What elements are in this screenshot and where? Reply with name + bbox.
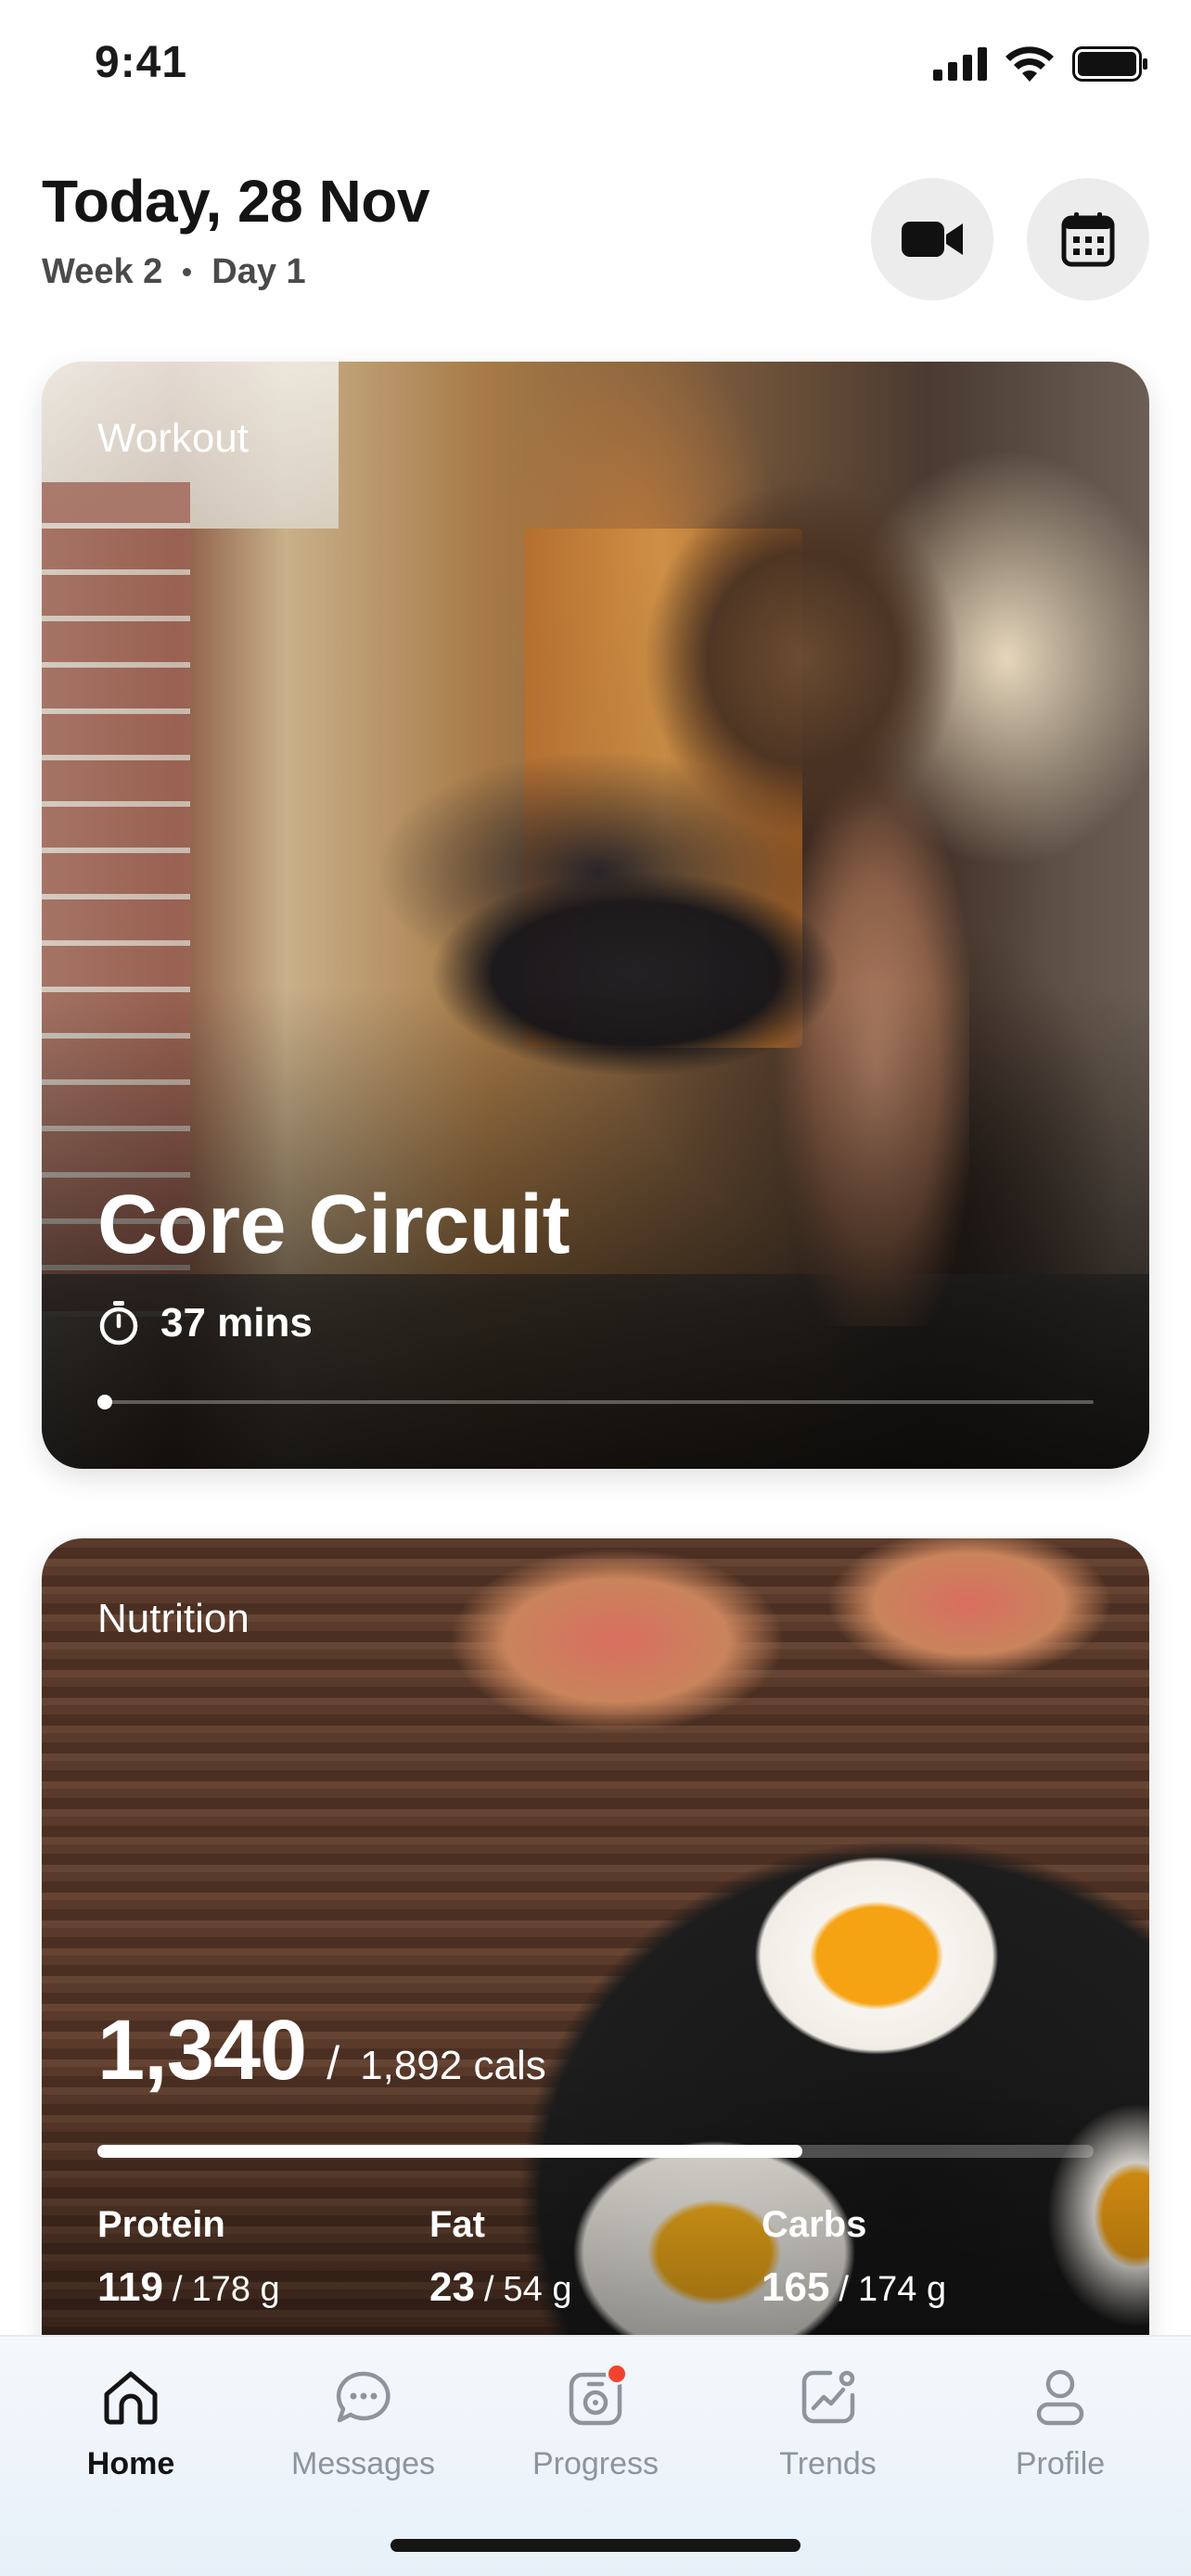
macros-row: Protein 119 / 178 g Fat 23 / 54 g Carbs … [97,2204,1094,2311]
nutrition-label: Nutrition [97,1596,250,1641]
week-label: Week 2 [42,252,163,291]
macro-values: 165 / 174 g [762,2264,1094,2311]
tab-profile[interactable]: Profile [954,2365,1167,2482]
macro-goal: 174 g [857,2270,947,2309]
calories-progress-fill [97,2145,803,2158]
status-time: 9:41 [95,38,188,87]
stopwatch-icon [99,1301,138,1345]
macro-slash: / [839,2270,849,2309]
macro-slash: / [483,2270,494,2309]
workout-progress-knob [97,1395,112,1409]
status-icons [933,46,1148,82]
day-label: Day 1 [211,252,306,291]
macro-fat: Fat 23 / 54 g [429,2204,762,2311]
video-camera-icon [902,222,963,257]
battery-icon [1072,46,1147,82]
calories-separator: / [327,2037,340,2089]
wifi-icon [1005,46,1054,82]
macro-protein: Protein 119 / 178 g [97,2204,429,2311]
macro-name: Fat [429,2204,485,2245]
calories-summary: 1,340 / 1,892 cals [97,2002,546,2099]
calories-consumed: 1,340 [97,2003,307,2098]
home-indicator [391,2539,800,2552]
header-actions [871,178,1149,300]
macro-current: 165 [762,2264,830,2310]
calories-goal: 1,892 cals [360,2043,546,2088]
workout-duration-text: 37 mins [160,1300,313,1345]
cellular-signal-icon [933,47,987,81]
header: Today, 28 Nov Week 2 Day 1 [42,167,1149,315]
home-icon [98,2365,163,2429]
calories-progress-bar [97,2145,1094,2158]
workout-label: Workout [97,415,250,461]
tab-home[interactable]: Home [24,2365,237,2482]
notification-badge-dot [606,2363,628,2385]
macro-goal: 54 g [503,2270,572,2309]
tab-messages[interactable]: Messages [257,2365,470,2482]
calendar-icon [1061,212,1115,267]
macro-current: 119 [97,2264,163,2310]
macro-name: Protein [97,2204,225,2245]
workout-duration: 37 mins [97,1300,313,1346]
macro-name: Carbs [762,2204,867,2245]
status-bar: 9:41 [0,0,1191,130]
macro-goal: 178 g [191,2270,280,2309]
tab-progress[interactable]: Progress [489,2363,702,2482]
tab-label: Home [86,2446,175,2481]
workout-progress-bar [97,1395,1094,1409]
separator-dot [183,268,192,276]
tab-label: Messages [291,2446,435,2481]
tab-label: Progress [531,2446,660,2481]
tab-label: Profile [1015,2446,1106,2481]
progress-icon [563,2363,628,2429]
macro-values: 23 / 54 g [429,2264,762,2311]
tab-trends[interactable]: Trends [722,2365,935,2482]
calendar-button[interactable] [1027,178,1149,300]
workout-card[interactable]: Workout Core Circuit 37 mins [42,362,1149,1469]
workout-title: Core Circuit [97,1179,570,1271]
macro-current: 23 [429,2264,475,2310]
profile-icon [1028,2365,1093,2429]
macro-slash: / [172,2270,183,2309]
trends-icon [796,2365,861,2429]
video-call-button[interactable] [871,178,993,300]
macro-values: 119 / 178 g [97,2264,429,2311]
macro-carbs: Carbs 165 / 174 g [762,2204,1094,2311]
tab-label: Trends [779,2446,877,2481]
messages-icon [331,2365,396,2429]
